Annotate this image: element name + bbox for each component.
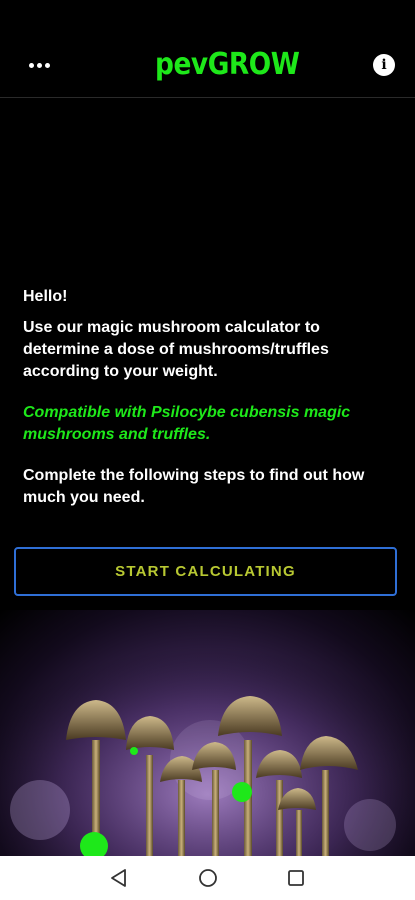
more-dots-icon[interactable] (26, 52, 52, 78)
logo-text: pevGROW (155, 46, 300, 82)
greeting-text: Hello! (23, 288, 68, 305)
mushroom-hero-image (0, 610, 415, 856)
home-circle-icon[interactable] (196, 866, 220, 890)
back-triangle-icon[interactable] (107, 866, 131, 890)
system-navigation-bar (0, 856, 415, 900)
mushroom-illustration (0, 610, 415, 856)
top-app-bar: pevGROW i (0, 0, 415, 98)
compatibility-text: Compatible with Psilocybe cubensis magic… (23, 404, 351, 443)
instructions-text: Complete the following steps to find out… (23, 467, 365, 506)
recents-square-icon[interactable] (284, 866, 308, 890)
intro-text: Use our magic mushroom calculator to det… (23, 319, 329, 380)
app-logo: pevGROW (155, 44, 300, 84)
info-icon[interactable]: i (373, 54, 395, 76)
app-screen: pevGROW i Hello! Use our magic mushroom … (0, 0, 415, 900)
intro-content: Hello! Use our magic mushroom calculator… (23, 286, 395, 528)
start-calculating-label: START CALCULATING (115, 563, 296, 580)
start-calculating-button[interactable]: START CALCULATING (14, 547, 397, 596)
